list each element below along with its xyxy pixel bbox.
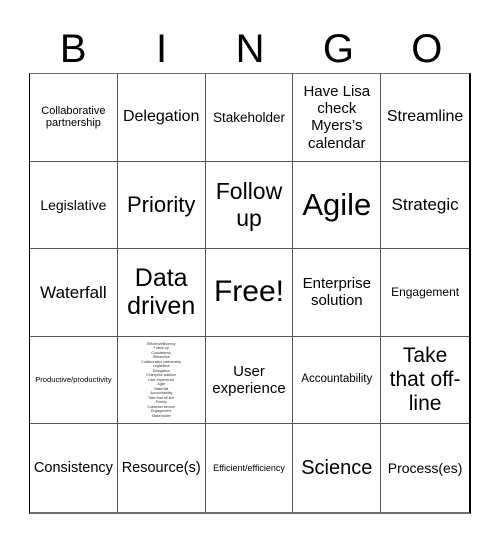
bingo-cell[interactable]: Consistency	[30, 424, 118, 512]
bingo-cell[interactable]: Delegation	[117, 74, 206, 162]
bingo-cell[interactable]: Free!	[205, 249, 294, 337]
bingo-cell[interactable]: Resource(s)	[118, 424, 206, 512]
bingo-cell[interactable]: Take that off-line	[381, 337, 469, 425]
header-letter-o: O	[411, 27, 443, 71]
bingo-cell[interactable]: Process(es)	[381, 424, 469, 512]
bingo-cell[interactable]: Data driven	[117, 249, 206, 337]
word-list-item: Stakeholder	[151, 413, 171, 418]
bingo-board: Collaborative partnership Delegation Sta…	[29, 73, 471, 514]
bingo-cell[interactable]: Collaborative partnership	[30, 74, 118, 162]
bingo-cell[interactable]: Enterprise solution	[293, 249, 382, 337]
header-letter-i: I	[156, 27, 168, 71]
bingo-cell[interactable]: Agile	[293, 161, 382, 250]
bingo-cell[interactable]: Stakeholder	[205, 74, 294, 162]
bingo-cell[interactable]: Priority	[117, 161, 206, 250]
bingo-cell[interactable]: Engagement	[381, 249, 469, 337]
bingo-cell[interactable]: Accountability	[293, 336, 382, 425]
word-list: Efficient/efficiency Follow up Consistency…	[141, 342, 181, 418]
bingo-cell[interactable]: Have Lisa check Myers’s calendar	[293, 74, 382, 162]
bingo-cell[interactable]: User experience	[205, 336, 294, 425]
header-letter-n: N	[235, 27, 265, 71]
bingo-header: B I N G O	[29, 24, 471, 74]
header-letter-g: G	[322, 27, 354, 71]
bingo-cell[interactable]: Follow up	[205, 161, 294, 250]
bingo-cell-word-list[interactable]: Efficient/efficiency Follow up Consistency…	[117, 336, 206, 425]
bingo-cell[interactable]: Productive/productivity	[30, 336, 118, 425]
bingo-cell[interactable]: Streamline	[381, 74, 469, 162]
bingo-cell[interactable]: Legislative	[30, 161, 118, 250]
header-letter-b: B	[59, 27, 87, 71]
bingo-cell[interactable]: Waterfall	[30, 249, 118, 337]
bingo-cell[interactable]: Strategic	[381, 162, 469, 250]
bingo-cell[interactable]: Science	[293, 424, 382, 512]
bingo-cell[interactable]: Efficient/efficiency	[206, 424, 294, 512]
